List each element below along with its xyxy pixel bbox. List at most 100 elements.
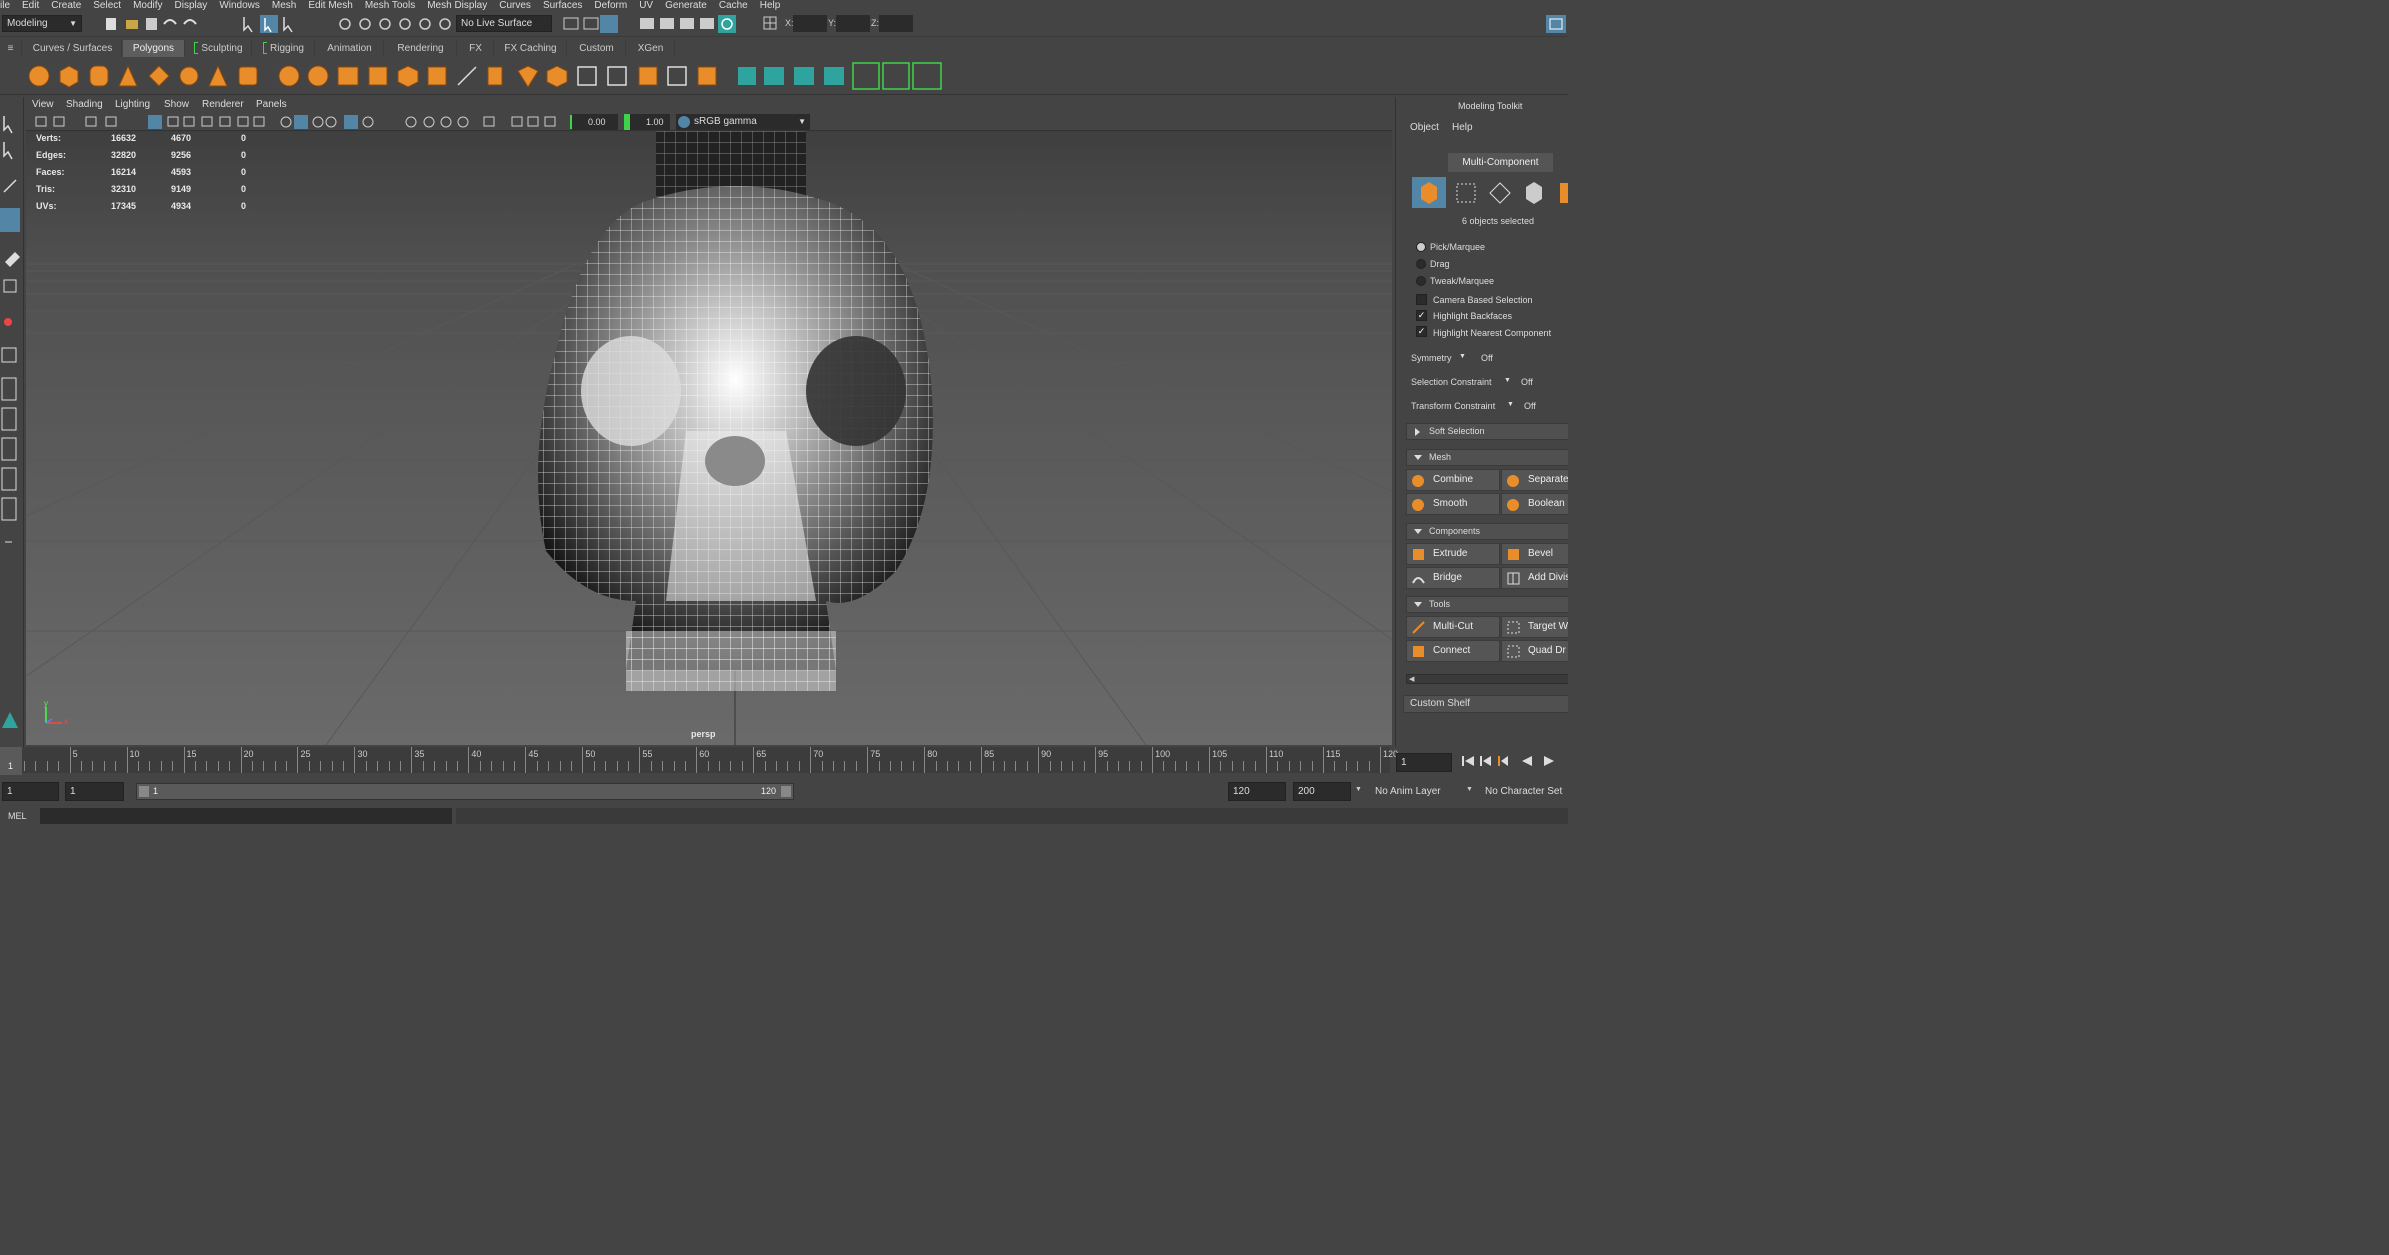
connect-button[interactable]: Connect <box>1406 640 1500 662</box>
command-input[interactable] <box>40 808 452 824</box>
pick-marquee-radio[interactable] <box>1416 242 1426 252</box>
menu-item-cache[interactable]: Cache <box>719 1 748 11</box>
tools-section-header[interactable]: Tools <box>1406 596 1568 613</box>
chevron-down-icon[interactable]: ▼ <box>1504 377 1511 384</box>
tab-rendering[interactable]: Rendering <box>385 40 457 57</box>
symmetry-value[interactable]: Off <box>1481 353 1493 363</box>
tab-polygons[interactable]: Polygons <box>123 40 185 57</box>
gamma-field[interactable]: 1.00 <box>624 114 670 130</box>
vp-menu-lighting[interactable]: Lighting <box>115 99 150 110</box>
selection-constraint-value[interactable]: Off <box>1521 377 1533 387</box>
menu-item-deform[interactable]: Deform <box>594 1 627 11</box>
vp-menu-show[interactable]: Show <box>164 99 189 110</box>
menu-item-mesh[interactable]: Mesh <box>272 1 296 11</box>
command-language-label[interactable]: MEL <box>8 811 27 821</box>
menu-item-modify[interactable]: Modify <box>133 1 162 11</box>
highlight-nearest-checkbox[interactable]: ✓ <box>1416 326 1427 337</box>
chevron-down-icon[interactable]: ▼ <box>1355 786 1362 793</box>
menu-item-display[interactable]: Display <box>175 1 208 11</box>
menu-set-dropdown[interactable]: Modeling ▼ <box>2 15 82 32</box>
tab-fx-caching[interactable]: FX Caching <box>495 40 567 57</box>
camera-based-selection-checkbox[interactable] <box>1416 294 1427 305</box>
tab-curves-surfaces[interactable]: Curves / Surfaces <box>24 40 122 57</box>
toolkit-menu-object[interactable]: Object <box>1410 122 1439 133</box>
highlight-backfaces-checkbox[interactable]: ✓ <box>1416 310 1427 321</box>
viewport-scene[interactable] <box>26 131 1392 745</box>
toolkit-scrollbar[interactable]: ◀ <box>1406 674 1568 684</box>
menu-item-edit-mesh[interactable]: Edit Mesh <box>308 1 352 11</box>
vp-menu-renderer[interactable]: Renderer <box>202 99 244 110</box>
color-space-dropdown[interactable]: sRGB gamma ▼ <box>676 114 810 130</box>
current-frame-field[interactable]: 1 <box>1396 753 1452 772</box>
animation-end-field[interactable]: 200 <box>1293 782 1351 801</box>
separate-button[interactable]: Separate <box>1501 469 1568 491</box>
exposure-field[interactable]: 0.00 <box>572 114 618 130</box>
menu-item-edit[interactable]: Edit <box>22 1 39 11</box>
timeline-track[interactable]: 5 10 15 20 25 30 35 40 45 50 55 60 65 70 75 80 85 90 95 100… <box>22 747 1398 773</box>
shelf-menu-icon[interactable]: ≡ <box>0 40 22 57</box>
menu-item-ile[interactable]: ile <box>0 1 10 11</box>
menu-item-curves[interactable]: Curves <box>499 1 531 11</box>
tab-xgen[interactable]: XGen <box>627 40 675 57</box>
tab-fx[interactable]: FX <box>458 40 494 57</box>
menu-item-windows[interactable]: Windows <box>219 1 260 11</box>
range-slider-start-handle[interactable] <box>139 786 149 797</box>
toolkit-menu-help[interactable]: Help <box>1452 122 1473 133</box>
perspective-viewport[interactable]: Verts: 16632 4670 0 Edges: 32820 9256 0 Faces: 16… <box>26 131 1392 745</box>
range-slider[interactable]: 1 120 <box>136 783 794 800</box>
component-mode-icons[interactable] <box>1412 177 1568 209</box>
chevron-down-icon[interactable]: ▼ <box>1459 353 1466 360</box>
transform-mode-icon[interactable] <box>762 15 778 31</box>
add-divisions-button[interactable]: Add Divis <box>1501 567 1568 589</box>
playback-start-field[interactable]: 1 <box>65 782 124 801</box>
menu-item-select[interactable]: Select <box>93 1 121 11</box>
quad-draw-button[interactable]: Quad Dr <box>1501 640 1568 662</box>
menu-item-uv[interactable]: UV <box>639 1 653 11</box>
menu-item-generate[interactable]: Generate <box>665 1 707 11</box>
shelf-icons[interactable] <box>0 57 960 95</box>
snap-icons[interactable] <box>335 14 455 34</box>
viewport-toolbar-icons[interactable] <box>26 114 576 130</box>
menu-item-mesh-display[interactable]: Mesh Display <box>427 1 487 11</box>
time-slider[interactable]: 1 5 10 15 20 25 30 35 40 45 50 55 60 65 70 75 80 85 90 95 1… <box>0 747 1568 775</box>
chevron-down-icon[interactable]: ▼ <box>1466 786 1473 793</box>
multi-component-button[interactable]: Multi-Component <box>1448 153 1553 172</box>
target-weld-button[interactable]: Target W <box>1501 616 1568 638</box>
y-field[interactable] <box>836 15 870 32</box>
bevel-button[interactable]: Bevel <box>1501 543 1568 565</box>
menu-item-help[interactable]: Help <box>760 1 781 11</box>
tweak-marquee-radio[interactable] <box>1416 276 1426 286</box>
components-section-header[interactable]: Components <box>1406 523 1568 540</box>
tab-custom[interactable]: Custom <box>568 40 626 57</box>
character-set-dropdown[interactable]: No Character Set <box>1480 782 1568 801</box>
playback-end-field[interactable]: 120 <box>1228 782 1286 801</box>
range-slider-end-handle[interactable] <box>781 786 791 797</box>
vp-menu-shading[interactable]: Shading <box>66 99 103 110</box>
menu-item-create[interactable]: Create <box>51 1 81 11</box>
custom-shelf-header[interactable]: Custom Shelf <box>1403 695 1568 713</box>
z-field[interactable] <box>879 15 913 32</box>
soft-selection-section[interactable]: Soft Selection <box>1406 423 1568 440</box>
combine-button[interactable]: Combine <box>1406 469 1500 491</box>
playback-controls[interactable] <box>1460 753 1568 769</box>
extrude-button[interactable]: Extrude <box>1406 543 1500 565</box>
multi-cut-button[interactable]: Multi-Cut <box>1406 616 1500 638</box>
chevron-down-icon[interactable]: ▼ <box>1507 401 1514 408</box>
live-surface-field[interactable]: No Live Surface <box>456 15 552 32</box>
mesh-section-header[interactable]: Mesh <box>1406 449 1568 466</box>
animation-start-field[interactable]: 1 <box>2 782 59 801</box>
vp-menu-view[interactable]: View <box>32 99 54 110</box>
selection-mode-icons[interactable] <box>240 14 300 34</box>
render-icons[interactable] <box>560 14 740 34</box>
toolkit-toggle-icon[interactable] <box>1545 14 1567 34</box>
menu-item-mesh-tools[interactable]: Mesh Tools <box>365 1 415 11</box>
tab-sculpting[interactable]: Sculpting <box>186 40 252 57</box>
vp-menu-panels[interactable]: Panels <box>256 99 287 110</box>
bridge-button[interactable]: Bridge <box>1406 567 1500 589</box>
smooth-button[interactable]: Smooth <box>1406 493 1500 515</box>
file-tools-icons[interactable] <box>104 15 204 33</box>
menu-item-surfaces[interactable]: Surfaces <box>543 1 582 11</box>
transform-constraint-value[interactable]: Off <box>1524 401 1536 411</box>
boolean-button[interactable]: Boolean <box>1501 493 1568 515</box>
drag-radio[interactable] <box>1416 259 1426 269</box>
